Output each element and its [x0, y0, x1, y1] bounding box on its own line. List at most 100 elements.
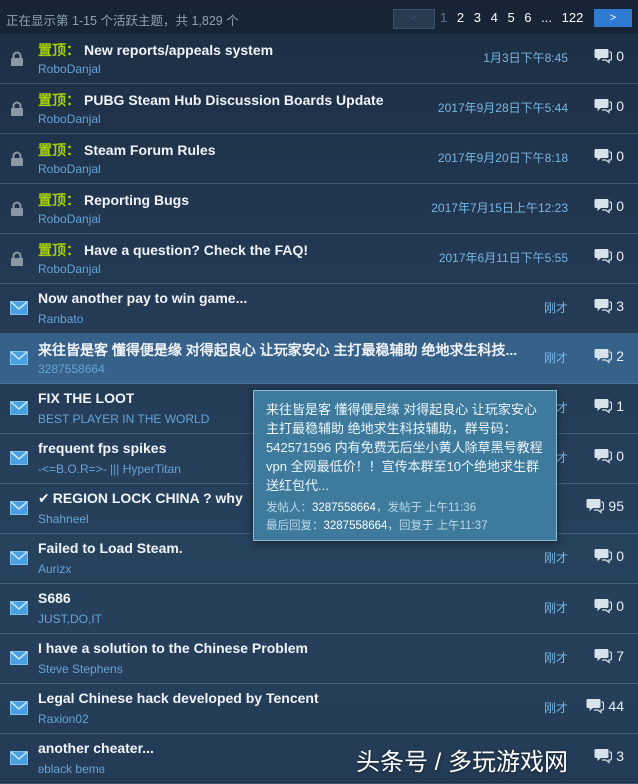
envelope-icon	[10, 401, 28, 417]
envelope-icon	[10, 351, 28, 367]
pinned-label: 置顶：	[38, 92, 80, 108]
topic-title-text[interactable]: another cheater...	[38, 740, 154, 756]
topic-title-text[interactable]: New reports/appeals system	[84, 42, 273, 58]
topic-row[interactable]: Now another pay to win game... Ranbato 刚才 3	[0, 284, 638, 334]
tooltip-replied-at: ，回复于 上午11:37	[387, 520, 488, 532]
lock-icon	[10, 51, 28, 67]
topic-author[interactable]: RoboDanjal	[38, 162, 101, 176]
topic-author[interactable]: JUST,DO,IT	[38, 612, 102, 626]
topic-title[interactable]: Failed to Load Steam.	[38, 540, 183, 556]
speech-bubble-icon	[594, 198, 616, 214]
topic-author[interactable]: Raxion02	[38, 712, 89, 726]
topic-preview-tooltip: 来往皆是客 懂得便是缘 对得起良心 让玩家安心 主打最稳辅助 绝地求生科技辅助，…	[253, 390, 557, 541]
page-link-5[interactable]: 5	[507, 10, 514, 25]
topic-title[interactable]: Legal Chinese hack developed by Tencent	[38, 690, 319, 706]
page-link-1[interactable]: 1	[440, 10, 447, 25]
topic-title-text[interactable]: Reporting Bugs	[84, 192, 189, 208]
envelope-icon	[10, 651, 28, 667]
topic-last-post-time: 2017年9月20日下午8:18	[437, 151, 568, 165]
topic-title[interactable]: 置顶： Have a question? Check the FAQ!	[38, 240, 308, 260]
topic-title[interactable]: FIX THE LOOT	[38, 390, 134, 406]
topic-title-text[interactable]: Now another pay to win game...	[38, 290, 247, 306]
envelope-icon	[10, 551, 28, 567]
topic-title[interactable]: S686	[38, 590, 71, 606]
reply-count-value: 7	[616, 648, 624, 664]
watermark: 头条号 / 多玩游戏网	[356, 749, 569, 776]
topic-row[interactable]: 来往皆是客 懂得便是缘 对得起良心 让玩家安心 主打最稳辅助 绝地求生科技...…	[0, 334, 638, 384]
topic-author[interactable]: Ranbato	[38, 312, 83, 326]
topic-title[interactable]: 置顶： PUBG Steam Hub Discussion Boards Upda…	[38, 90, 384, 110]
next-page-button[interactable]: >	[594, 9, 632, 27]
topic-title-text[interactable]: Legal Chinese hack developed by Tencent	[38, 690, 319, 706]
topic-title-text[interactable]: PUBG Steam Hub Discussion Boards Update	[84, 92, 384, 108]
topic-title-text[interactable]: 来往皆是客 懂得便是缘 对得起良心 让玩家安心 主打最稳辅助 绝地求生科技...	[38, 342, 517, 358]
page-ellipsis: ...	[541, 10, 552, 25]
topic-row[interactable]: 置顶： Have a question? Check the FAQ! RoboDa…	[0, 234, 638, 284]
reply-count-value: 44	[608, 698, 624, 714]
topic-author[interactable]: Steve Stephens	[38, 662, 123, 676]
topic-author[interactable]: RoboDanjal	[38, 112, 101, 126]
topic-row[interactable]: S686 JUST,DO,IT 刚才 0	[0, 584, 638, 634]
topic-row[interactable]: I have a solution to the Chinese Problem…	[0, 634, 638, 684]
topic-author[interactable]: Shahneel	[38, 512, 89, 526]
speech-bubble-icon	[594, 148, 616, 164]
tooltip-meta: 发帖人：3287558664，发帖于 上午11:36 最后回复：32875586…	[266, 499, 544, 535]
topic-title-text[interactable]: REGION LOCK CHINA ? why	[53, 490, 243, 506]
topic-row[interactable]: 置顶： PUBG Steam Hub Discussion Boards Upda…	[0, 84, 638, 134]
topic-title-text[interactable]: frequent fps spikes	[38, 440, 166, 456]
page-link-6[interactable]: 6	[524, 10, 531, 25]
topic-author[interactable]: RoboDanjal	[38, 262, 101, 276]
topic-row[interactable]: Failed to Load Steam. Aurizx 刚才 0	[0, 534, 638, 584]
reply-count-value: 0	[616, 448, 624, 464]
page-links: 1 2 3 4 5 6 ... 122	[440, 10, 589, 25]
topic-title[interactable]: I have a solution to the Chinese Problem	[38, 640, 308, 656]
topic-row[interactable]: 置顶： New reports/appeals system RoboDanjal 1…	[0, 34, 638, 84]
reply-count: 0	[594, 598, 624, 614]
topic-author[interactable]: RoboDanjal	[38, 212, 101, 226]
topic-title[interactable]: Now another pay to win game...	[38, 290, 247, 306]
topic-title-text[interactable]: Steam Forum Rules	[84, 142, 215, 158]
page-link-3[interactable]: 3	[474, 10, 481, 25]
reply-count-value: 0	[616, 198, 624, 214]
topic-title[interactable]: 置顶： New reports/appeals system	[38, 40, 273, 60]
topic-title[interactable]: 置顶： Reporting Bugs	[38, 190, 189, 210]
topic-title-text[interactable]: Have a question? Check the FAQ!	[84, 242, 308, 258]
page-link-last[interactable]: 122	[562, 10, 584, 25]
reply-count: 1	[594, 398, 624, 414]
topic-row[interactable]: Legal Chinese hack developed by Tencent R…	[0, 684, 638, 734]
reply-count: 0	[594, 248, 624, 264]
topic-title[interactable]: 置顶： Steam Forum Rules	[38, 140, 215, 160]
topic-author[interactable]: RoboDanjal	[38, 62, 101, 76]
topic-title[interactable]: 来往皆是客 懂得便是缘 对得起良心 让玩家安心 主打最稳辅助 绝地求生科技...	[38, 340, 517, 360]
topic-author[interactable]: ʚblack bemɞ	[38, 762, 105, 776]
pagination-bar: 正在显示第 1-15 个活跃主题，共 1,829 个 < 1 2 3 4 5 6…	[0, 0, 638, 34]
topic-title-text[interactable]: S686	[38, 590, 71, 606]
topic-title[interactable]: ✔ REGION LOCK CHINA ? why	[38, 490, 243, 507]
topic-last-post-time: 刚才	[543, 351, 568, 365]
topic-title-text[interactable]: I have a solution to the Chinese Problem	[38, 640, 308, 656]
prev-page-button[interactable]: <	[393, 9, 435, 29]
topic-title-text[interactable]: Failed to Load Steam.	[38, 540, 183, 556]
topic-title[interactable]: frequent fps spikes	[38, 440, 166, 456]
topic-row[interactable]: 置顶： Reporting Bugs RoboDanjal 2017年7月15日上午1…	[0, 184, 638, 234]
topic-author[interactable]: Aurizx	[38, 562, 71, 576]
tooltip-replier[interactable]: 3287558664	[324, 520, 388, 532]
topic-author[interactable]: -<=B.O.R=>- ||| HyperTitan	[38, 462, 181, 476]
topic-row[interactable]: 置顶： Steam Forum Rules RoboDanjal 2017年9月20日…	[0, 134, 638, 184]
speech-bubble-icon	[594, 598, 616, 614]
topic-author[interactable]: 3287558664	[38, 362, 105, 376]
page-link-2[interactable]: 2	[457, 10, 464, 25]
reply-count-value: 0	[616, 248, 624, 264]
reply-count-value: 0	[616, 98, 624, 114]
tooltip-poster-label: 发帖人：	[266, 502, 312, 514]
tooltip-poster[interactable]: 3287558664	[312, 502, 376, 514]
topic-author[interactable]: BEST PLAYER IN THE WORLD	[38, 412, 209, 426]
topic-title[interactable]: another cheater...	[38, 740, 154, 756]
envelope-icon	[10, 301, 28, 317]
topic-last-post-time: 1月3日下午8:45	[483, 51, 568, 65]
speech-bubble-icon	[594, 248, 616, 264]
speech-bubble-icon	[594, 348, 616, 364]
pinned-label: 置顶：	[38, 42, 80, 58]
page-link-4[interactable]: 4	[491, 10, 498, 25]
topic-title-text[interactable]: FIX THE LOOT	[38, 390, 134, 406]
